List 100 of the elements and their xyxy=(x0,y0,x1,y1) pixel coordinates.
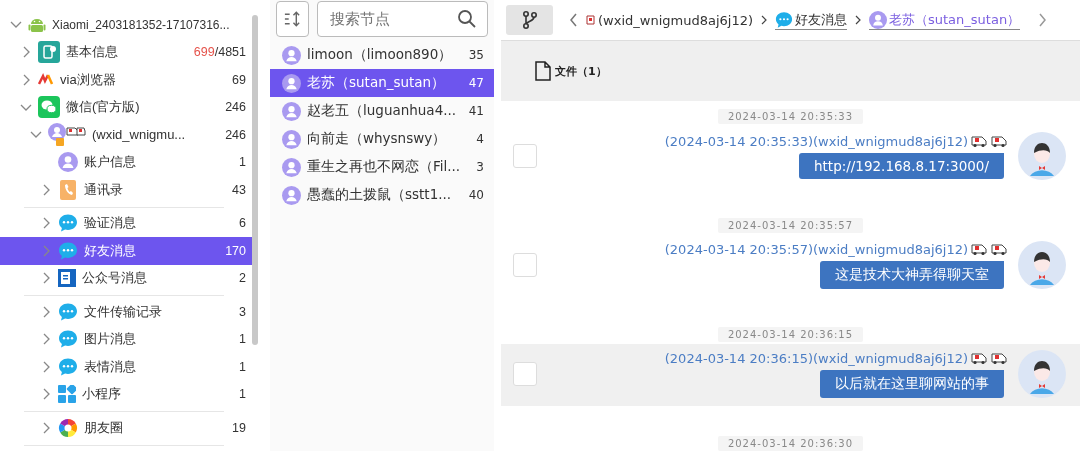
app-grid-icon xyxy=(58,385,76,404)
wechat-icon xyxy=(38,96,60,119)
tree-item[interactable]: 验证消息 6 xyxy=(0,209,252,237)
contact-name: 老苏（sutan_sutan） xyxy=(307,74,446,92)
tree-item[interactable]: 图片消息 1 xyxy=(0,325,252,353)
message-header: (2024-03-14 20:35:33)(wxid_wnigmud8aj6j12) xyxy=(664,133,968,149)
tree-item-label: 基本信息 xyxy=(66,43,119,62)
collapse-icon[interactable] xyxy=(10,20,22,30)
sort-icon xyxy=(283,9,302,29)
app-info-icon xyxy=(38,41,60,64)
item-count: 699/4851 xyxy=(193,45,246,60)
contact-item[interactable]: 愚蠢的土拨鼠（sstt1... 40 xyxy=(270,181,494,209)
message-checkbox[interactable] xyxy=(513,253,537,277)
message-checkbox[interactable] xyxy=(513,362,537,386)
contact-item[interactable]: 老苏（sutan_sutan） 47 xyxy=(270,69,494,97)
tree-item[interactable]: 文件传输记录 3 xyxy=(0,298,252,326)
tree-item[interactable]: 微信(官方版) 246 xyxy=(0,93,252,121)
tree-item[interactable]: via浏览器 69 xyxy=(0,66,252,94)
newspaper-icon xyxy=(58,269,76,288)
back-icon[interactable] xyxy=(569,13,578,27)
contact-avatar-icon xyxy=(282,157,301,177)
timestamp: 2024-03-14 20:36:30 xyxy=(717,436,864,451)
tree-item-label: 通讯录 xyxy=(84,180,124,199)
forward-icon[interactable] xyxy=(1038,13,1048,27)
tree-item-label: 图片消息 xyxy=(84,330,137,349)
message-header: (2024-03-14 20:35:57)(wxid_wnigmud8aj6j12) xyxy=(664,241,968,257)
sort-button[interactable] xyxy=(276,1,309,37)
contact-name: 赵老五（luguanhua4... xyxy=(307,102,457,120)
item-count: 246 xyxy=(225,127,246,142)
contact-item[interactable]: 向前走（whysnswy） 4 xyxy=(270,125,494,153)
expand-icon[interactable] xyxy=(41,217,51,230)
user-icon xyxy=(58,152,78,173)
message-count: 35 xyxy=(468,48,484,62)
expand-icon[interactable] xyxy=(41,421,51,434)
search-icon xyxy=(457,9,477,29)
item-count: 19 xyxy=(232,420,246,435)
search-input[interactable]: 搜索节点 xyxy=(328,9,457,29)
chat-bubble-icon xyxy=(775,10,793,29)
collapse-icon[interactable] xyxy=(30,130,42,140)
tree-item[interactable]: 账户信息 1 xyxy=(0,148,252,176)
expand-icon[interactable] xyxy=(41,183,51,196)
tree-item[interactable]: 好友消息 170 xyxy=(0,237,252,265)
scrollbar[interactable] xyxy=(252,15,258,345)
expand-icon[interactable] xyxy=(41,305,51,318)
account-avatar-icon xyxy=(48,122,86,147)
contact-avatar-icon xyxy=(282,185,301,205)
message-checkbox[interactable] xyxy=(513,144,537,168)
message-header: (2024-03-14 20:36:15)(wxid_wnigmud8aj6j12) xyxy=(664,350,968,366)
breadcrumb-link[interactable]: (wxid_wnigmud8aj6j12) xyxy=(586,12,753,28)
tree-item-label: via浏览器 xyxy=(60,70,117,89)
item-count: 1 xyxy=(239,332,246,347)
expand-icon[interactable] xyxy=(41,333,51,346)
expand-icon[interactable] xyxy=(21,73,31,86)
collapse-icon[interactable] xyxy=(20,102,32,112)
tree-item-label: 账户信息 xyxy=(84,153,137,172)
avatar-icon xyxy=(1018,241,1066,289)
expand-icon[interactable] xyxy=(41,388,51,401)
breadcrumb-link[interactable]: 老苏（sutan_sutan） xyxy=(869,10,1021,30)
expand-icon[interactable] xyxy=(21,46,31,59)
tree-item-label: 小程序 xyxy=(82,385,122,404)
contact-avatar-icon xyxy=(282,101,301,121)
search-field[interactable]: 搜索节点 xyxy=(317,1,488,37)
tree-item-label: 微信(官方版) xyxy=(66,98,141,117)
chat-bubble-icon xyxy=(58,301,78,322)
message-bubble: 以后就在这里聊网站的事 xyxy=(820,369,1004,398)
tree-item[interactable]: 通讯录 43 xyxy=(0,176,252,204)
message-count: 3 xyxy=(476,160,484,174)
tree-item[interactable]: 基本信息 699/4851 xyxy=(0,38,252,66)
item-count: 246 xyxy=(225,100,246,115)
item-count: 1 xyxy=(239,387,246,402)
message-count: 41 xyxy=(468,104,484,118)
tree-item[interactable]: Xiaomi_2403181352-17107316... xyxy=(0,11,252,39)
tree-item[interactable]: (wxid_wnigmu... 246 xyxy=(0,121,252,149)
tree-item-label: 好友消息 xyxy=(84,241,137,260)
contact-name: 重生之再也不网恋（Fil... xyxy=(307,158,461,176)
files-button[interactable]: 文件（1） xyxy=(529,60,613,82)
tree-item-label: 文件传输记录 xyxy=(84,302,163,321)
expand-icon[interactable] xyxy=(41,360,51,373)
item-count: 69 xyxy=(232,72,246,87)
tree-item[interactable]: 朋友圈 19 xyxy=(0,414,252,442)
branch-icon xyxy=(521,10,538,30)
expand-icon[interactable] xyxy=(41,272,51,285)
separator-icon xyxy=(855,15,861,25)
item-count: 6 xyxy=(239,216,246,231)
tree-item[interactable]: 小程序 1 xyxy=(0,380,252,408)
chat-bubble-icon xyxy=(58,356,78,377)
contact-item[interactable]: 赵老五（luguanhua4... 41 xyxy=(270,97,494,125)
tree-item[interactable]: 公众号消息 2 xyxy=(0,264,252,292)
item-count: 1 xyxy=(239,359,246,374)
user-icon xyxy=(869,10,887,29)
contact-item[interactable]: limoon（limoon890） 35 xyxy=(270,41,494,69)
message-count: 40 xyxy=(468,188,484,202)
contact-avatar-icon xyxy=(282,129,301,149)
timestamp: 2024-03-14 20:36:15 xyxy=(717,327,864,342)
breadcrumb-link[interactable]: 好友消息 xyxy=(775,10,847,30)
branch-button[interactable] xyxy=(506,5,553,35)
tree-item[interactable]: 表情消息 1 xyxy=(0,353,252,381)
contact-avatar-icon xyxy=(282,73,301,93)
timestamp: 2024-03-14 20:35:57 xyxy=(717,218,864,233)
contact-item[interactable]: 重生之再也不网恋（Fil... 3 xyxy=(270,153,494,181)
